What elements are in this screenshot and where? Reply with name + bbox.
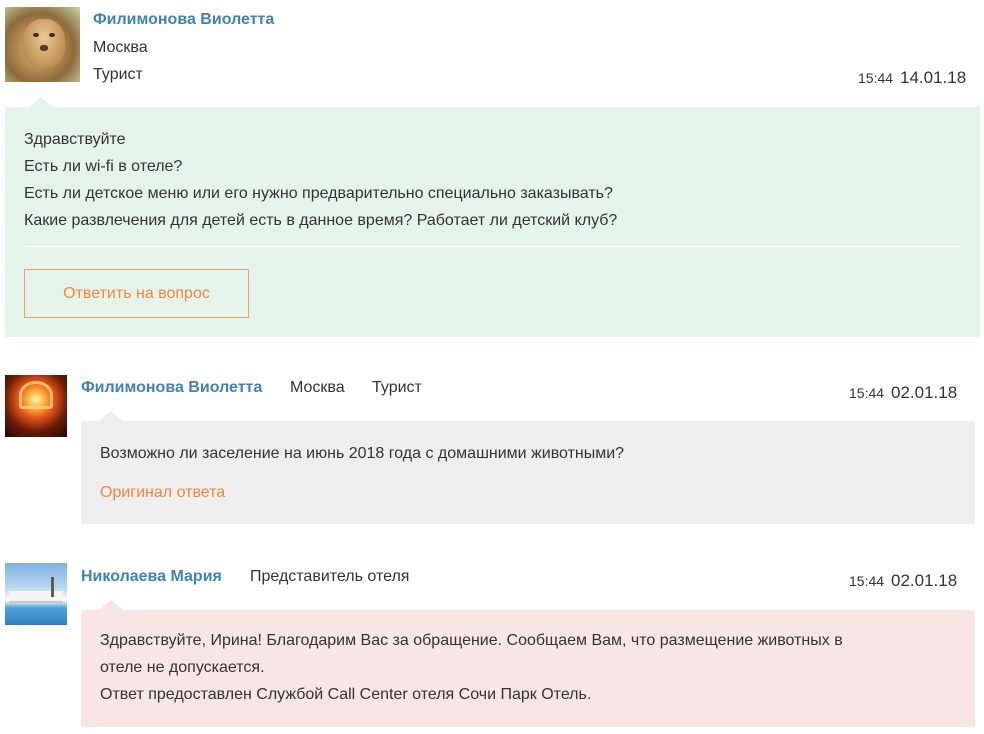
hotel-answer-bubble: Здравствуйте, Ирина! Благодарим Вас за о…	[81, 600, 975, 727]
avatar-fire	[5, 375, 67, 437]
bubble-arrow	[29, 97, 53, 107]
reply-button[interactable]: Ответить на вопрос	[24, 269, 249, 318]
lion-nose	[40, 45, 48, 51]
message-date: 14.01.18	[900, 68, 967, 87]
fire-heart	[19, 381, 53, 409]
message-line: отеле не допускается.	[100, 659, 265, 676]
palm-tree	[51, 577, 54, 597]
message-line: Какие развлечения для детей есть в данно…	[24, 212, 618, 229]
original-answer-link[interactable]: Оригинал ответа	[100, 484, 225, 502]
author-city: Москва	[290, 379, 345, 396]
message-line: Возможно ли заселение на июнь 2018 года …	[100, 445, 625, 462]
lion-eye	[33, 33, 39, 37]
author-role: Представитель отеля	[250, 568, 410, 585]
author-name[interactable]: Филимонова Виолетта	[81, 379, 262, 397]
avatar-lion	[5, 7, 80, 82]
hotel-building	[9, 591, 63, 603]
message-line: Здравствуйте	[24, 131, 126, 148]
author-role: Турист	[372, 379, 422, 396]
lion-face	[23, 19, 65, 67]
message-line: Есть ли детское меню или его нужно предв…	[24, 185, 613, 202]
message-date: 02.01.18	[891, 383, 958, 402]
author-city: Москва	[93, 39, 148, 56]
message-time: 15:44	[858, 70, 894, 86]
message-line: Ответ предоставлен Службой Call Center о…	[100, 686, 592, 703]
message-time: 15:44	[849, 573, 885, 589]
message-line: Есть ли wi-fi в отеле?	[24, 158, 183, 175]
question-bubble: Здравствуйте Есть ли wi-fi в отеле? Есть…	[5, 97, 980, 337]
bubble-arrow	[99, 411, 123, 421]
message-line: Здравствуйте, Ирина! Благодарим Вас за о…	[100, 632, 843, 649]
answer-bubble: Возможно ли заселение на июнь 2018 года …	[81, 411, 975, 524]
divider	[24, 246, 960, 247]
message-time: 15:44	[849, 385, 885, 401]
author-role: Турист	[93, 66, 143, 83]
bubble-arrow	[99, 600, 123, 610]
lion-eye	[49, 33, 55, 37]
author-name[interactable]: Филимонова Виолетта	[93, 11, 274, 29]
avatar-hotel	[5, 563, 67, 625]
author-name[interactable]: Николаева Мария	[81, 568, 222, 586]
message-date: 02.01.18	[891, 571, 958, 590]
